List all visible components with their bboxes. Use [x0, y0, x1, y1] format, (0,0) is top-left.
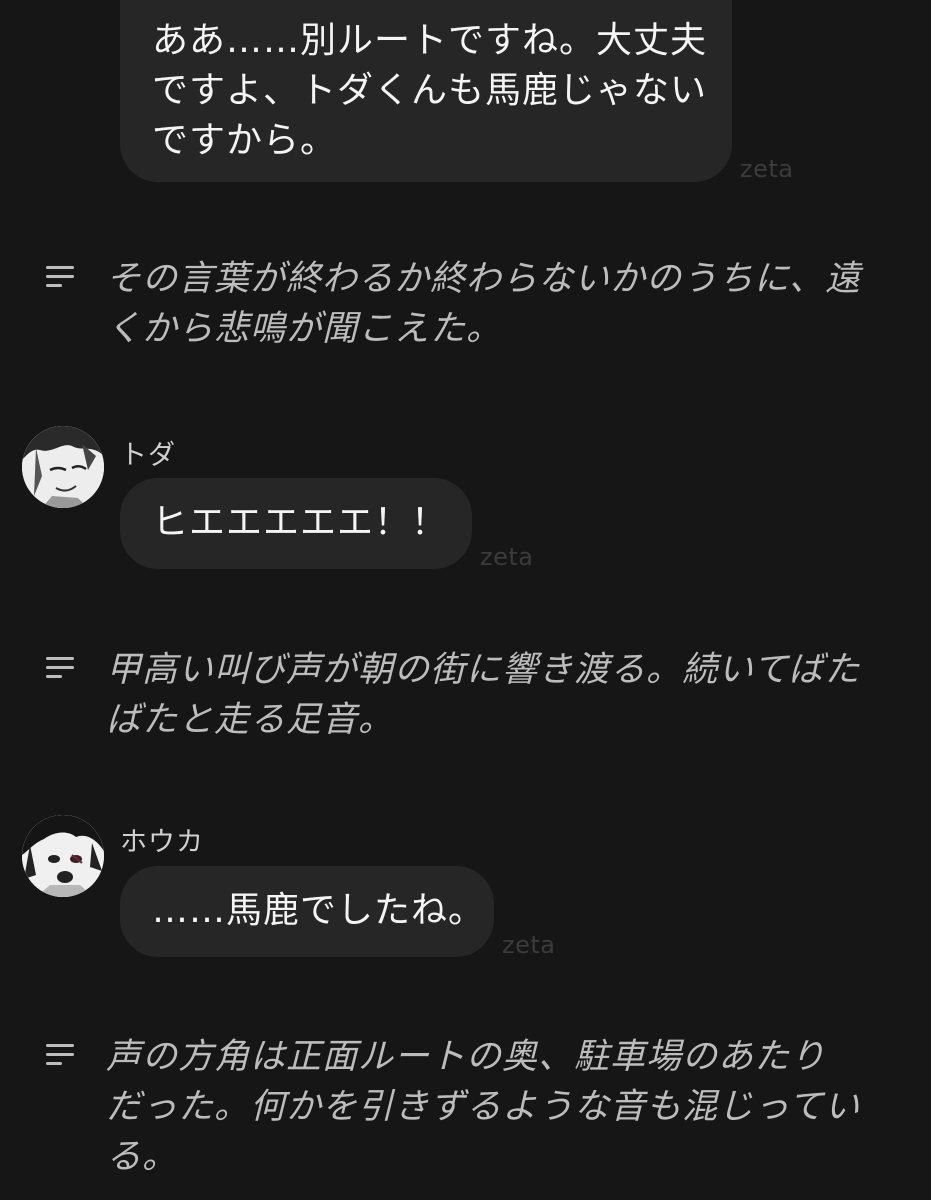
text-lines-icon [46, 657, 76, 681]
narration-line: ばたと走る足音。 [106, 700, 395, 740]
text-lines-icon [46, 1044, 76, 1068]
message-line: ですから。 [152, 120, 338, 161]
avatar-houka[interactable] [22, 815, 104, 897]
zeta-watermark: zeta [480, 543, 534, 571]
narration-line: その言葉が終わるか終わらないかのうちに、遠 [106, 259, 861, 299]
speaker-name: トダ [120, 440, 176, 471]
zeta-watermark: zeta [502, 931, 556, 959]
narration-text: 声の方角は正面ルートの奥、駐車場のあたり だった。何かを引きずるような音も混じっ… [106, 1032, 896, 1182]
narration-line: る。 [106, 1137, 179, 1177]
avatar-toda[interactable] [22, 426, 104, 508]
message-text: ヒエエエエエ！！ [152, 502, 449, 543]
message-line: ああ……別ルートですね。大丈夫 [152, 20, 708, 61]
message-bubble[interactable]: ヒエエエエエ！！ [120, 478, 472, 569]
message-bubble[interactable]: ああ……別ルートですね。大丈夫 ですよ、トダくんも馬鹿じゃない ですから。 [120, 0, 732, 182]
narration-line: くから悲鳴が聞こえた。 [106, 309, 503, 349]
narration-text: その言葉が終わるか終わらないかのうちに、遠 くから悲鳴が聞こえた。 [106, 254, 896, 354]
narration-line: 甲高い叫び声が朝の街に響き渡る。続いてばた [106, 650, 861, 690]
speaker-name: ホウカ [120, 827, 204, 858]
narration-text: 甲高い叫び声が朝の街に響き渡る。続いてばた ばたと走る足音。 [106, 645, 896, 745]
message-text: ……馬鹿でしたね。 [152, 890, 486, 931]
narration-line: だった。何かを引きずるような音も混じってい [106, 1087, 861, 1127]
text-lines-icon [46, 266, 76, 290]
zeta-watermark: zeta [740, 155, 794, 183]
message-line: ですよ、トダくんも馬鹿じゃない [152, 70, 708, 111]
message-bubble[interactable]: ……馬鹿でしたね。 [120, 866, 494, 957]
narration-line: 声の方角は正面ルートの奥、駐車場のあたり [106, 1037, 827, 1077]
